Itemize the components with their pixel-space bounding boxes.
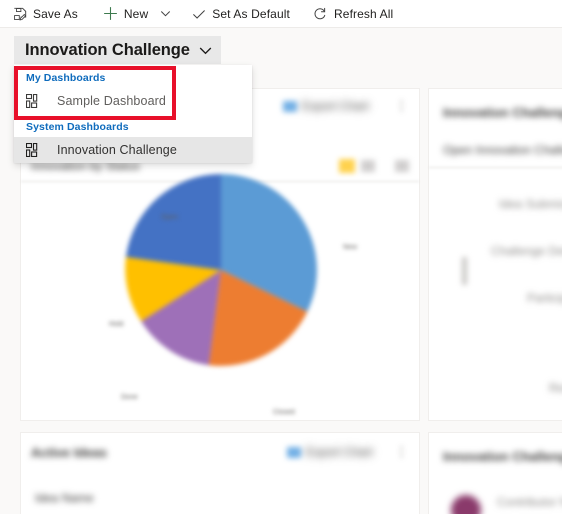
dashboard-selector-title: Innovation Challenge — [25, 40, 190, 59]
card-accent-bar — [462, 257, 467, 285]
new-button[interactable]: New — [99, 1, 155, 27]
card-title: Innovation Challenge — [443, 105, 562, 120]
dashboard-card-bottom-right[interactable]: Innovation Challenge Contributor Name — [428, 432, 562, 514]
flyout-item-sample-dashboard[interactable]: Sample Dashboard — [14, 88, 252, 114]
card-title: Innovation Challenge — [443, 449, 562, 464]
dashboard-selector-flyout: My Dashboards Sample Dashboard System Da… — [14, 65, 252, 163]
flyout-group-header-system-dashboards: System Dashboards — [26, 121, 129, 133]
card-row-text: Open Innovation Challenges — [443, 143, 562, 157]
flyout-item-innovation-challenge[interactable]: Innovation Challenge — [14, 137, 252, 163]
favorite-icon[interactable] — [339, 159, 355, 173]
export-label: Export Chart — [301, 99, 369, 113]
pie-label: New — [343, 244, 358, 251]
chevron-down-icon — [199, 44, 212, 57]
export-chart-button[interactable]: Export Chart — [286, 445, 373, 459]
pie-label: Hold — [109, 321, 124, 328]
new-label: New — [123, 6, 149, 21]
pie-chart[interactable] — [125, 174, 317, 366]
tile-action-icon[interactable] — [361, 160, 375, 172]
pie-label: Open — [161, 214, 179, 221]
card-row-text: Idea Submission — [499, 197, 562, 211]
export-label: Export Chart — [305, 445, 373, 459]
dashboard-card-bottom-left[interactable]: Active Ideas Export Chart ⋮ Idea Name — [20, 432, 420, 514]
command-bar: Save As New Set As Default Refresh All — [0, 0, 562, 28]
refresh-all-button[interactable]: Refresh All — [309, 1, 400, 27]
save-as-button[interactable]: Save As — [8, 1, 85, 27]
card-header: Active Ideas Export Chart ⋮ — [21, 433, 419, 471]
refresh-all-label: Refresh All — [333, 6, 394, 21]
pie-label: Done — [121, 394, 138, 401]
flyout-group-header-my-dashboards: My Dashboards — [26, 72, 106, 84]
dashboard-card-top-right[interactable]: Innovation Challenge Open Innovation Cha… — [428, 88, 562, 421]
save-as-label: Save As — [33, 6, 78, 21]
card-row-text: Participants — [527, 291, 562, 305]
flyout-item-label: Sample Dashboard — [57, 94, 167, 108]
card-divider — [429, 167, 562, 168]
set-as-default-label: Set As Default — [212, 6, 290, 21]
save-as-icon — [12, 6, 27, 21]
plus-icon — [103, 6, 118, 21]
card-overflow-menu[interactable]: ⋮ — [395, 98, 409, 114]
card-row-text: Challenge Details — [491, 244, 562, 258]
dashboard-grid-icon — [25, 142, 40, 158]
pie-chart-svg — [125, 174, 317, 366]
new-chevron-down-icon[interactable] — [155, 1, 175, 27]
card-title: Active Ideas — [31, 444, 107, 460]
checkmark-icon — [191, 6, 206, 21]
tile-expand-icon[interactable] — [395, 160, 409, 172]
card-overflow-menu[interactable]: ⋮ — [395, 444, 409, 460]
avatar — [451, 495, 481, 514]
export-icon — [282, 100, 297, 112]
flyout-item-label: Innovation Challenge — [57, 143, 177, 157]
dashboard-grid-icon — [25, 93, 40, 109]
pie-label: Closed — [273, 409, 295, 416]
refresh-icon — [313, 6, 328, 21]
export-icon — [286, 446, 301, 458]
dashboard-selector-button[interactable]: Innovation Challenge — [14, 36, 221, 64]
card-row-text: Contributor Name — [497, 495, 562, 509]
export-chart-button[interactable]: Export Chart — [282, 99, 369, 113]
card-row-text: Idea Name — [35, 491, 94, 505]
card-row-text: Results — [549, 381, 562, 395]
set-as-default-button[interactable]: Set As Default — [187, 1, 297, 27]
